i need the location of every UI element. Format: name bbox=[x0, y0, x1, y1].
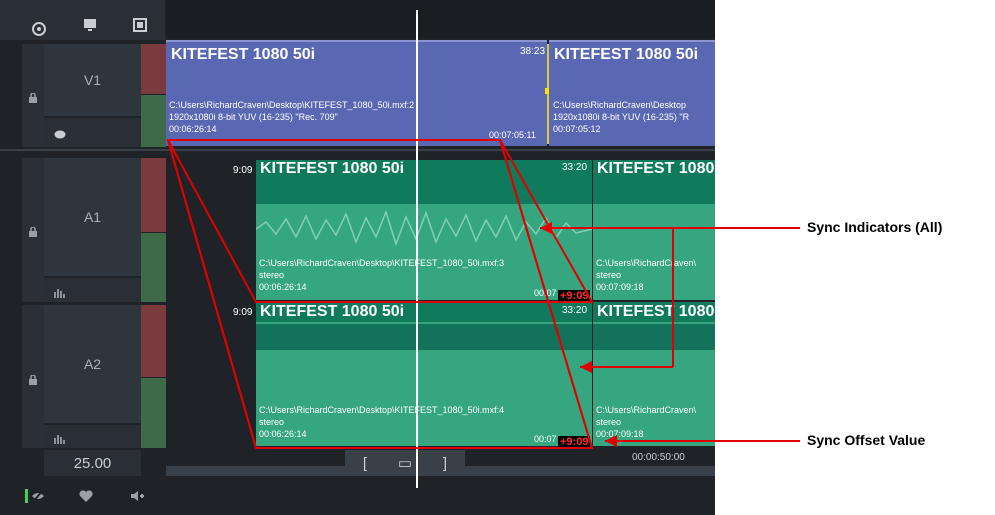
callout-arrowhead bbox=[580, 361, 592, 373]
callout-arrowhead bbox=[605, 435, 617, 447]
sync-highlight-lines bbox=[166, 139, 800, 449]
callout-arrowhead bbox=[540, 222, 552, 234]
sync-polyline bbox=[167, 139, 257, 449]
callout-sync-indicators: Sync Indicators (All) bbox=[807, 219, 943, 235]
sync-polygon bbox=[166, 139, 594, 303]
sync-polyline bbox=[499, 139, 593, 449]
sync-polygon bbox=[166, 139, 594, 449]
callout-sync-offset: Sync Offset Value bbox=[807, 432, 926, 448]
